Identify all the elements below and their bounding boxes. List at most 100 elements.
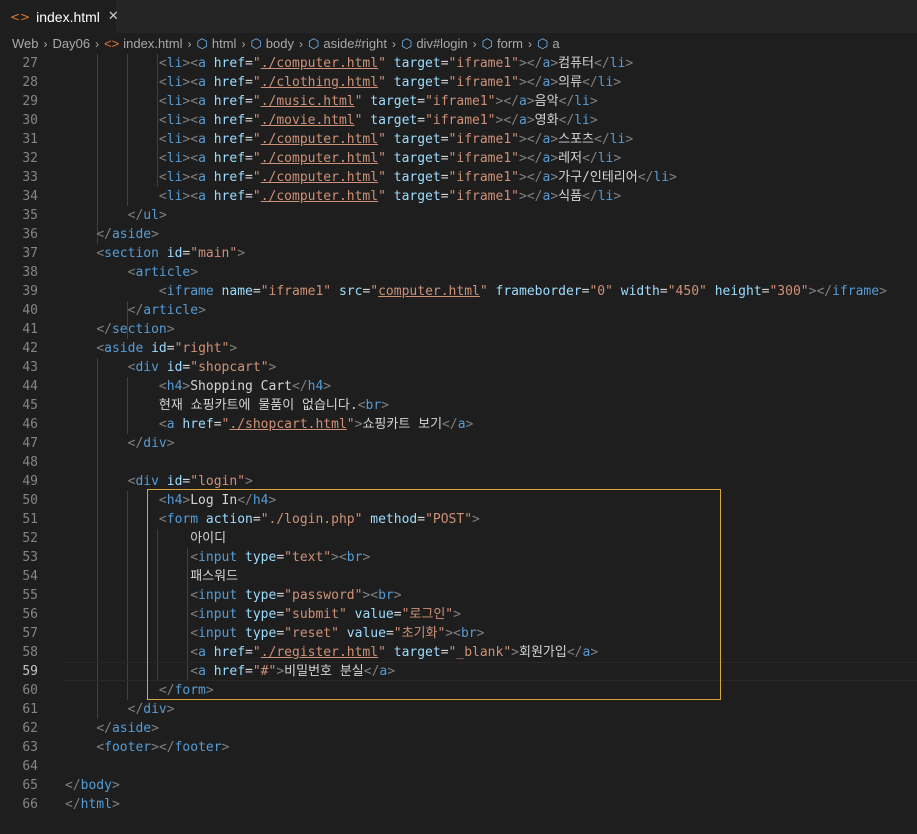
- breadcrumb-item[interactable]: Web: [12, 36, 39, 51]
- breadcrumb-item[interactable]: form: [497, 36, 523, 51]
- code-line[interactable]: 33 <li><a href="./computer.html" target=…: [0, 168, 917, 187]
- close-icon[interactable]: ✕: [108, 9, 119, 24]
- line-number: 55: [22, 588, 38, 603]
- line-number: 47: [22, 436, 38, 451]
- line-number: 37: [22, 246, 38, 261]
- element-cube-icon: ⬡: [537, 35, 549, 51]
- code-line[interactable]: 42 <aside id="right">: [0, 339, 917, 358]
- code-line[interactable]: 53 <input type="text"><br>: [0, 548, 917, 567]
- breadcrumb-separator-icon: ›: [187, 36, 192, 51]
- code-line[interactable]: 29 <li><a href="./music.html" target="if…: [0, 92, 917, 111]
- code-line[interactable]: 50 <h4>Log In</h4>: [0, 491, 917, 510]
- code-line[interactable]: 28 <li><a href="./clothing.html" target=…: [0, 73, 917, 92]
- code-line[interactable]: 43 <div id="shopcart">: [0, 358, 917, 377]
- code-line[interactable]: 49 <div id="login">: [0, 472, 917, 491]
- code-text: <footer></footer>: [96, 740, 230, 755]
- code-text: <a href="./register.html" target="_blank…: [190, 645, 599, 660]
- code-line[interactable]: 57 <input type="reset" value="초기화"><br>: [0, 624, 917, 643]
- breadcrumb-separator-icon: ›: [472, 36, 477, 51]
- line-number: 44: [22, 379, 38, 394]
- breadcrumb-separator-icon: ›: [299, 36, 303, 51]
- line-number: 56: [22, 607, 38, 622]
- line-number: 43: [22, 360, 38, 375]
- line-number: 58: [22, 645, 38, 660]
- code-line[interactable]: 31 <li><a href="./computer.html" target=…: [0, 130, 917, 149]
- code-line[interactable]: 38 <article>: [0, 263, 917, 282]
- line-number: 31: [22, 132, 38, 147]
- code-line[interactable]: 52 아이디: [0, 529, 917, 548]
- code-text: <li><a href="./computer.html" target="if…: [158, 170, 677, 185]
- code-text: <form action="./login.php" method="POST"…: [158, 512, 480, 527]
- code-text: <li><a href="./computer.html" target="if…: [158, 151, 622, 166]
- line-number: 48: [22, 455, 38, 470]
- code-line[interactable]: 48: [0, 453, 917, 472]
- breadcrumb-item[interactable]: Day06: [53, 36, 91, 51]
- code-line[interactable]: 46 <a href="./shopcart.html">쇼핑카트 보기</a>: [0, 415, 917, 434]
- breadcrumb-item[interactable]: html: [212, 36, 237, 51]
- breadcrumb-item[interactable]: a: [552, 36, 559, 51]
- code-line[interactable]: 39 <iframe name="iframe1" src="computer.…: [0, 282, 917, 301]
- line-number: 61: [22, 702, 38, 717]
- line-number: 32: [22, 151, 38, 166]
- code-text: </aside>: [96, 721, 159, 736]
- code-line[interactable]: 30 <li><a href="./movie.html" target="if…: [0, 111, 917, 130]
- code-line[interactable]: 27 <li><a href="./computer.html" target=…: [0, 54, 917, 73]
- code-line[interactable]: 35 </ul>: [0, 206, 917, 225]
- code-line[interactable]: 54 패스워드: [0, 567, 917, 586]
- line-number: 50: [22, 493, 38, 508]
- code-line[interactable]: 66 </html>: [0, 795, 917, 814]
- html-file-icon: <>: [10, 9, 31, 24]
- line-number: 41: [22, 322, 38, 337]
- code-line[interactable]: 61 </div>: [0, 700, 917, 719]
- code-line[interactable]: 65 </body>: [0, 776, 917, 795]
- code-editor[interactable]: 27 <li><a href="./computer.html" target=…: [0, 54, 917, 834]
- breadcrumb-separator-icon: ›: [391, 36, 396, 51]
- code-line[interactable]: 47 </div>: [0, 434, 917, 453]
- code-line[interactable]: 32 <li><a href="./computer.html" target=…: [0, 149, 917, 168]
- code-line[interactable]: 40 </article>: [0, 301, 917, 320]
- code-line[interactable]: 64: [0, 757, 917, 776]
- code-text: <li><a href="./computer.html" target="if…: [158, 56, 634, 71]
- code-line[interactable]: 41 </section>: [0, 320, 917, 339]
- line-number: 62: [22, 721, 38, 736]
- code-line[interactable]: 34 <li><a href="./computer.html" target=…: [0, 187, 917, 206]
- code-line[interactable]: 36 </aside>: [0, 225, 917, 244]
- breadcrumb-item[interactable]: aside#right: [323, 36, 387, 51]
- code-text: <div id="login">: [127, 474, 253, 489]
- code-line[interactable]: 63 <footer></footer>: [0, 738, 917, 757]
- code-line[interactable]: 55 <input type="password"><br>: [0, 586, 917, 605]
- code-text: <div id="shopcart">: [127, 360, 277, 375]
- html-file-icon: <>: [104, 36, 120, 51]
- code-text: <a href="#">비밀번호 분실</a>: [190, 664, 396, 679]
- line-number: 30: [22, 113, 38, 128]
- code-line[interactable]: 44 <h4>Shopping Cart</h4>: [0, 377, 917, 396]
- line-number: 52: [22, 531, 38, 546]
- element-cube-icon: ⬡: [250, 35, 262, 51]
- code-line[interactable]: 51 <form action="./login.php" method="PO…: [0, 510, 917, 529]
- code-text: 패스워드: [65, 569, 239, 584]
- line-number: 65: [22, 778, 38, 793]
- breadcrumb-item[interactable]: body: [266, 36, 294, 51]
- code-text: </aside>: [96, 227, 159, 242]
- element-cube-icon: ⬡: [196, 35, 208, 51]
- code-line[interactable]: 56 <input type="submit" value="로그인">: [0, 605, 917, 624]
- code-line[interactable]: 45 현재 쇼핑카트에 물품이 없습니다.<br>: [0, 396, 917, 415]
- code-text: <h4>Shopping Cart</h4>: [158, 379, 332, 394]
- breadcrumb-item[interactable]: index.html: [123, 36, 182, 51]
- code-line[interactable]: 37 <section id="main">: [0, 244, 917, 263]
- code-text: <li><a href="./movie.html" target="ifram…: [158, 113, 598, 128]
- breadcrumb-item[interactable]: div#login: [416, 36, 467, 51]
- line-number: 33: [22, 170, 38, 185]
- code-line[interactable]: 59 <a href="#">비밀번호 분실</a>: [0, 662, 917, 681]
- line-number: 64: [22, 759, 38, 774]
- code-text: </body>: [65, 778, 120, 793]
- code-line[interactable]: 58 <a href="./register.html" target="_bl…: [0, 643, 917, 662]
- code-text: 현재 쇼핑카트에 물품이 없습니다.<br>: [65, 398, 389, 413]
- tab-index-html[interactable]: <> index.html ✕: [0, 0, 119, 33]
- code-line[interactable]: 60 </form>: [0, 681, 917, 700]
- code-line[interactable]: 62 </aside>: [0, 719, 917, 738]
- line-number: 59: [22, 664, 38, 679]
- tab-label: index.html: [36, 8, 100, 25]
- line-number: 42: [22, 341, 38, 356]
- code-text: <input type="submit" value="로그인">: [190, 607, 461, 622]
